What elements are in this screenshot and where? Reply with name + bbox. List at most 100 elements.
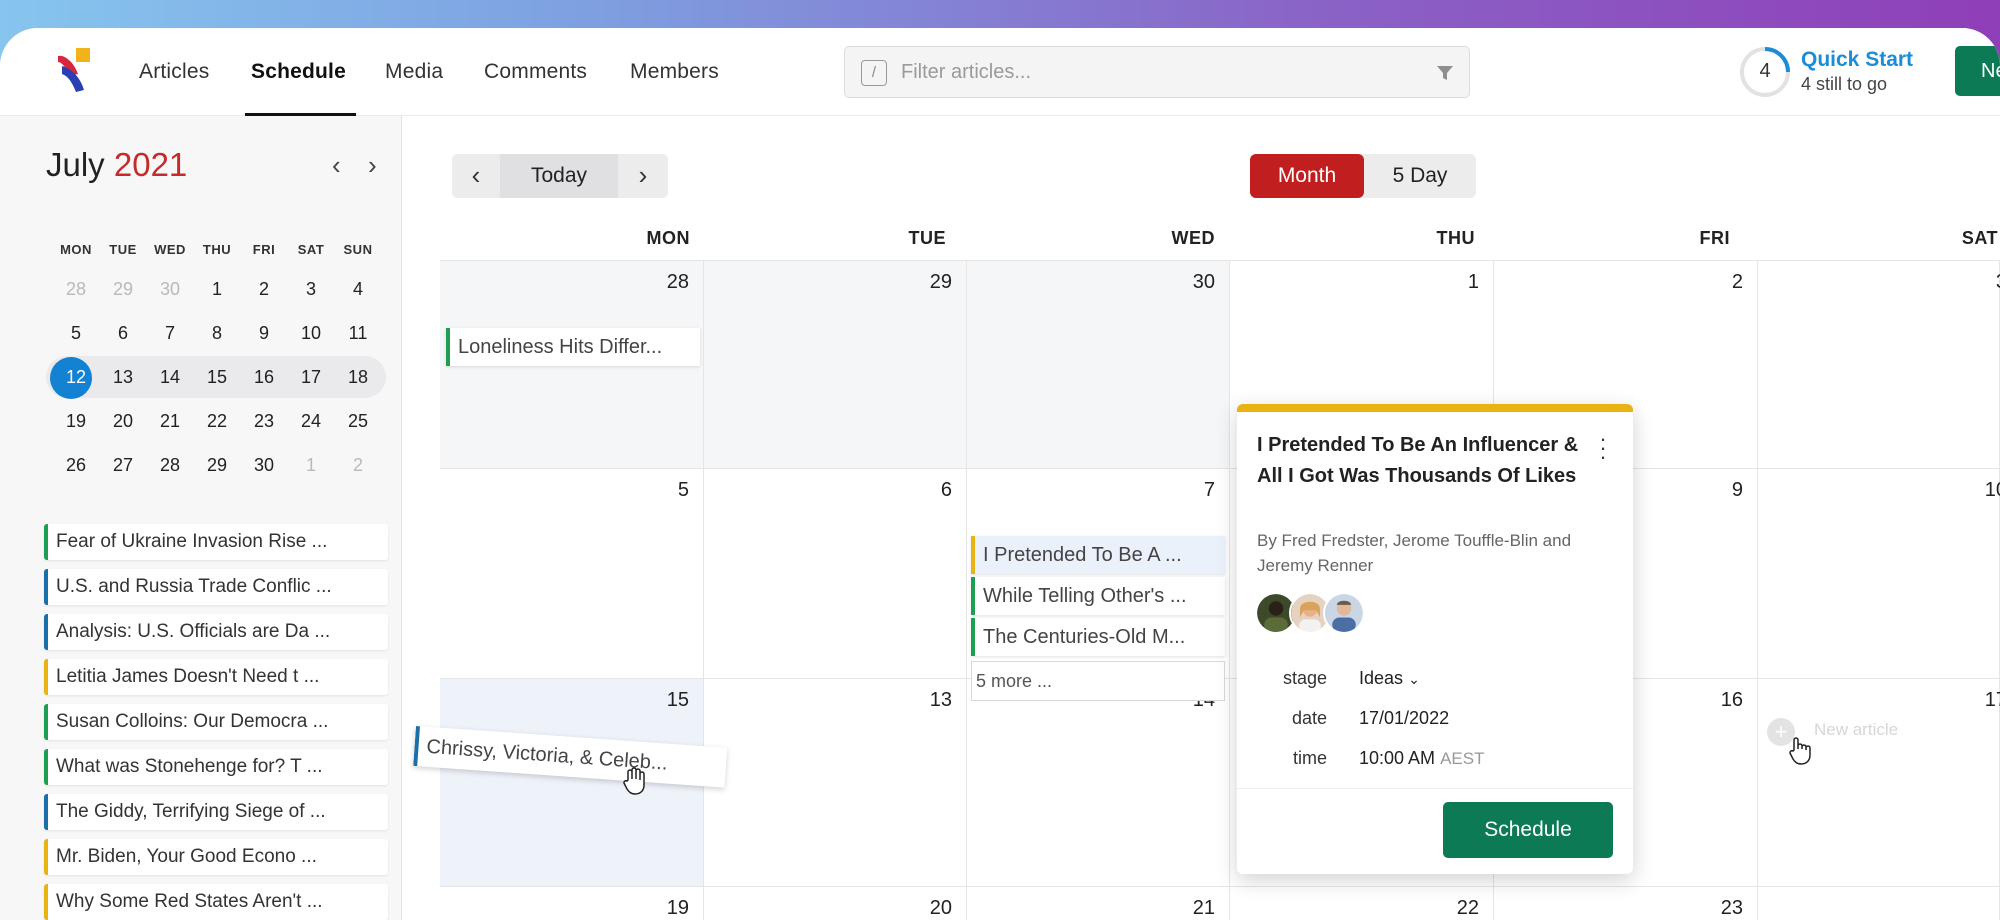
mini-calendar-day[interactable]: 8 (193, 323, 241, 344)
calendar-day-cell[interactable]: 17 (1758, 679, 2000, 887)
more-events-link[interactable]: 5 more ... (971, 661, 1225, 701)
mini-calendar-day[interactable]: 30 (240, 455, 288, 476)
mini-calendar-day[interactable]: 17 (287, 367, 335, 388)
mini-calendar-day[interactable]: 28 (52, 279, 100, 300)
mini-calendar-day[interactable]: 28 (146, 455, 194, 476)
unscheduled-article-card[interactable]: Analysis: U.S. Officials are Da ... (44, 614, 388, 650)
mini-calendar-day[interactable]: 9 (240, 323, 288, 344)
calendar-day-cell[interactable]: 30 (967, 261, 1230, 469)
calendar-day-number: 28 (666, 271, 689, 293)
mini-calendar-day[interactable]: 20 (99, 411, 147, 432)
calendar-day-cell[interactable]: 14 (967, 679, 1230, 887)
unscheduled-article-card[interactable]: Letitia James Doesn't Need t ... (44, 659, 388, 695)
mini-calendar-day[interactable]: 22 (193, 411, 241, 432)
calendar-day-cell[interactable]: 3 (1758, 261, 2000, 469)
tab-schedule[interactable]: Schedule (251, 60, 346, 84)
calendar-day-cell[interactable]: 10 (1758, 469, 2000, 679)
view-5-day-button[interactable]: 5 Day (1364, 154, 1476, 198)
weekday-header: WED (1171, 228, 1215, 248)
calendar-day-cell[interactable] (1758, 887, 2000, 920)
weekday-header: TUE (908, 228, 946, 248)
calendar-next-icon[interactable]: › (618, 154, 668, 198)
mini-calendar-day[interactable]: 2 (334, 455, 382, 476)
mini-calendar-day[interactable]: 25 (334, 411, 382, 432)
calendar-day-cell[interactable]: 23 (1494, 887, 1758, 920)
mini-calendar-day[interactable]: 10 (287, 323, 335, 344)
mini-calendar-day[interactable]: 18 (334, 367, 382, 388)
mini-calendar-day[interactable]: 30 (146, 279, 194, 300)
filter-icon[interactable] (1435, 63, 1455, 83)
mini-calendar-day[interactable]: 11 (334, 323, 382, 344)
mini-calendar-day[interactable]: 15 (193, 367, 241, 388)
calendar-day-cell[interactable]: 6 (704, 469, 967, 679)
mini-calendar-day[interactable]: 6 (99, 323, 147, 344)
popover-byline: By Fred Fredster, Jerome Touffle-Blin an… (1257, 531, 1572, 575)
quick-start-link[interactable]: Quick Start (1801, 48, 1913, 72)
calendar-day-cell[interactable]: 29 (704, 261, 967, 469)
mini-calendar-day[interactable]: 24 (287, 411, 335, 432)
app-logo-icon[interactable] (54, 46, 102, 94)
mini-calendar-day[interactable]: 23 (240, 411, 288, 432)
schedule-button[interactable]: Schedule (1443, 802, 1613, 858)
calendar-event[interactable]: The Centuries-Old M... (971, 618, 1225, 656)
mini-calendar-day[interactable]: 29 (99, 279, 147, 300)
mini-calendar-prev-icon[interactable]: ‹ (332, 150, 341, 181)
unscheduled-article-card[interactable]: U.S. and Russia Trade Conflic ... (44, 569, 388, 605)
calendar-day-cell[interactable]: 22 (1230, 887, 1494, 920)
today-button[interactable]: Today (500, 154, 618, 198)
mini-calendar-day[interactable]: 26 (52, 455, 100, 476)
weekday-header: SAT (1961, 228, 1998, 248)
weekday-header: THU (1436, 228, 1475, 248)
calendar-day-number: 30 (1192, 271, 1215, 293)
calendar-prev-icon[interactable]: ‹ (452, 154, 500, 198)
mini-calendar-day[interactable]: 21 (146, 411, 194, 432)
tab-members[interactable]: Members (630, 60, 719, 84)
calendar-day-cell[interactable]: 13 (704, 679, 967, 887)
date-label: date (1291, 708, 1327, 728)
unscheduled-article-card[interactable]: Mr. Biden, Your Good Econo ... (44, 839, 388, 875)
mini-calendar-day[interactable]: 2 (240, 279, 288, 300)
mini-calendar-next-icon[interactable]: › (368, 150, 377, 181)
time-value: 10:00 AM (1359, 748, 1436, 768)
calendar-event[interactable]: Loneliness Hits Differ... (446, 328, 700, 366)
calendar-event[interactable]: While Telling Other's ... (971, 577, 1225, 615)
new-article-hint[interactable]: New article (1814, 720, 1898, 740)
mini-calendar-day[interactable]: 1 (287, 455, 335, 476)
calendar-day-cell[interactable]: 20 (704, 887, 967, 920)
unscheduled-article-card[interactable]: Fear of Ukraine Invasion Rise ... (44, 524, 388, 560)
unscheduled-article-card[interactable]: What was Stonehenge for? T ... (44, 749, 388, 785)
calendar-day-cell[interactable]: 19 (440, 887, 704, 920)
mini-calendar-day[interactable]: 13 (99, 367, 147, 388)
calendar-event-selected[interactable]: I Pretended To Be A ... (971, 536, 1225, 574)
unscheduled-article-card[interactable]: The Giddy, Terrifying Siege of ... (44, 794, 388, 830)
mini-calendar-today[interactable]: 12 (52, 367, 100, 388)
time-field[interactable]: 10:00 AM AEST (1359, 748, 1484, 769)
tab-articles[interactable]: Articles (139, 60, 209, 84)
unscheduled-article-card[interactable]: Why Some Red States Aren't ... (44, 884, 388, 920)
mini-calendar-day[interactable]: 27 (99, 455, 147, 476)
author-avatar[interactable] (1323, 592, 1365, 634)
date-value[interactable]: 17/01/2022 (1359, 708, 1449, 729)
mini-calendar-day[interactable]: 4 (334, 279, 382, 300)
mini-calendar-day[interactable]: 19 (52, 411, 100, 432)
filter-articles-input[interactable]: / Filter articles... (844, 46, 1470, 98)
mini-calendar-day[interactable]: 1 (193, 279, 241, 300)
tab-media[interactable]: Media (385, 60, 443, 84)
mini-calendar-day[interactable]: 29 (193, 455, 241, 476)
mini-calendar-day[interactable]: 5 (52, 323, 100, 344)
new-article-button[interactable]: Ne (1955, 46, 2000, 96)
calendar-day-cell[interactable]: 21 (967, 887, 1230, 920)
view-month-button[interactable]: Month (1250, 154, 1364, 198)
more-options-icon[interactable]: · · · (1599, 428, 1607, 468)
view-toggle: Month 5 Day (1250, 154, 1476, 198)
weekday-header: FRI (1699, 228, 1730, 248)
unscheduled-article-card[interactable]: Susan Colloins: Our Democra ... (44, 704, 388, 740)
mini-calendar-day[interactable]: 16 (240, 367, 288, 388)
calendar-day-number: 6 (940, 479, 952, 501)
mini-calendar-day[interactable]: 7 (146, 323, 194, 344)
calendar-day-cell[interactable]: 5 (440, 469, 704, 679)
stage-dropdown[interactable]: Ideas ⌄ (1359, 668, 1420, 689)
mini-calendar-day[interactable]: 14 (146, 367, 194, 388)
mini-calendar-day[interactable]: 3 (287, 279, 335, 300)
tab-comments[interactable]: Comments (484, 60, 587, 84)
